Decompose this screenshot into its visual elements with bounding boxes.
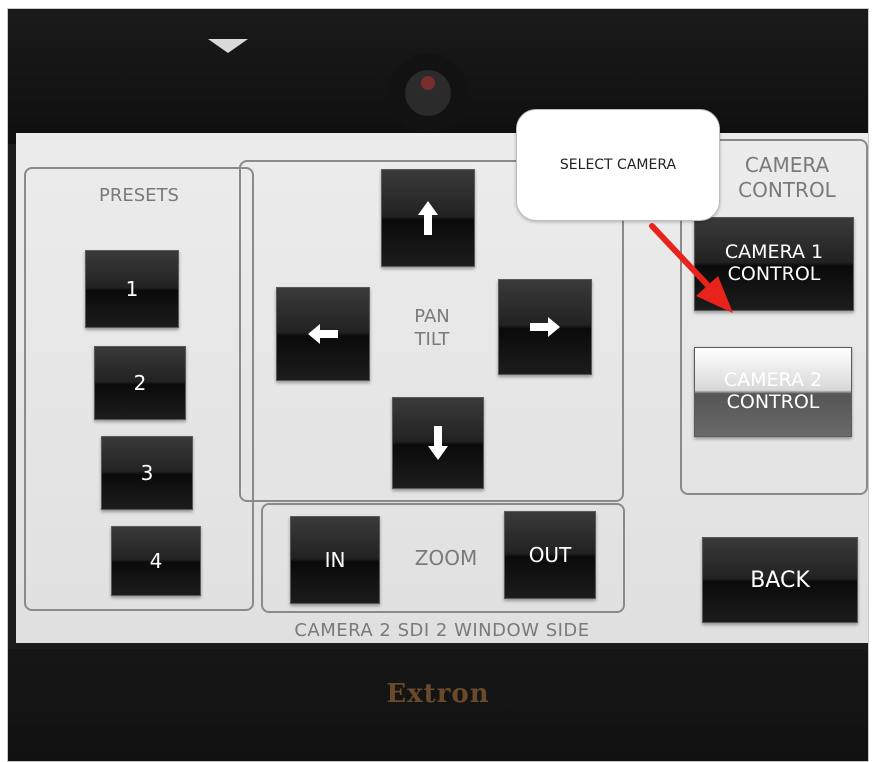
- light-reflection: [208, 39, 248, 53]
- photo: Extron PRESETS 1 2 3 4 PAN TILT IN ZOOM …: [0, 0, 875, 762]
- arrow-left-icon: [277, 288, 369, 380]
- preset-3-button[interactable]: 3: [101, 436, 193, 510]
- pan-right-button[interactable]: [498, 279, 592, 375]
- indicator-light: [421, 76, 435, 90]
- camera-2-label: CAMERA 2: [723, 369, 823, 392]
- touch-screen: PRESETS 1 2 3 4 PAN TILT IN ZOOM OUT CAM…: [16, 133, 868, 643]
- status-text: CAMERA 2 SDI 2 WINDOW SIDE: [294, 620, 590, 641]
- preset-1-button[interactable]: 1: [85, 250, 179, 328]
- tilt-label: TILT: [414, 328, 450, 350]
- tilt-down-button[interactable]: [392, 397, 484, 489]
- pan-tilt-label: PAN TILT: [397, 306, 467, 351]
- presets-label: PRESETS: [99, 185, 179, 206]
- zoom-in-button[interactable]: IN: [290, 516, 380, 604]
- back-button[interactable]: BACK: [702, 537, 858, 623]
- camera-1-control-button[interactable]: CAMERA 1 CONTROL: [694, 217, 854, 311]
- camera-label: CAMERA: [744, 153, 830, 177]
- arrow-up-icon: [382, 170, 474, 266]
- preset-2-button[interactable]: 2: [94, 346, 186, 420]
- zoom-label: ZOOM: [414, 546, 478, 570]
- brand-logo: Extron: [386, 679, 490, 709]
- camera-2-control-label: CONTROL: [726, 391, 820, 413]
- tilt-up-button[interactable]: [381, 169, 475, 267]
- camera-1-label: CAMERA 1: [724, 241, 824, 264]
- arrow-down-icon: [393, 398, 483, 488]
- preset-4-button[interactable]: 4: [111, 526, 201, 596]
- camera-control-label: CAMERA CONTROL: [712, 153, 862, 203]
- zoom-out-button[interactable]: OUT: [504, 511, 596, 599]
- pan-label: PAN: [414, 306, 450, 327]
- camera-1-control-label: CONTROL: [727, 263, 821, 285]
- device-top-bezel: [8, 9, 868, 144]
- control-label: CONTROL: [738, 178, 836, 202]
- arrow-right-icon: [499, 280, 591, 374]
- pan-left-button[interactable]: [276, 287, 370, 381]
- camera-lens-icon: [388, 53, 468, 133]
- select-camera-callout: SELECT CAMERA: [516, 109, 720, 221]
- camera-2-control-button[interactable]: CAMERA 2 CONTROL: [694, 347, 852, 437]
